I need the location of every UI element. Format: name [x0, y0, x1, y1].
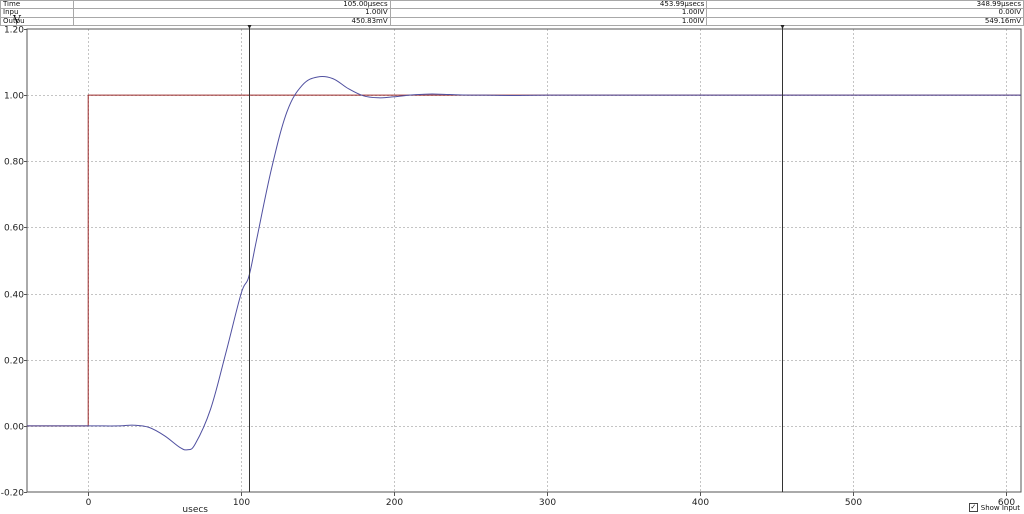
cursor-handle-icon[interactable]	[247, 25, 252, 29]
cursor-handle-icon[interactable]	[780, 25, 785, 29]
axes	[24, 28, 1022, 496]
y-tick-label: -0.20	[1, 489, 25, 499]
x-tick-label: 400	[692, 498, 709, 508]
series-layer	[26, 75, 1021, 451]
y-axis-label: V	[12, 13, 22, 26]
y-tick-label: 0.40	[4, 291, 24, 301]
y-tick-label: 0.80	[4, 158, 24, 168]
y-tick-label: 1.00	[4, 92, 24, 102]
output-series-line	[26, 75, 1021, 451]
x-tick-label: 100	[233, 498, 250, 508]
grid	[27, 29, 1021, 492]
y-tick-label: 0.00	[4, 423, 24, 433]
show-input-label: Show Input	[980, 503, 1020, 512]
x-tick-label: 0	[86, 498, 92, 508]
plot-frame	[26, 28, 1022, 493]
y-tick-label: 1.20	[4, 26, 24, 36]
x-axis-label: usecs	[182, 505, 208, 514]
x-tick-label: 200	[386, 498, 403, 508]
y-tick-label: 0.20	[4, 357, 24, 367]
input-series-line	[27, 94, 1021, 427]
x-tick-label: 500	[845, 498, 862, 508]
tick-labels: 0 100 200 300 400 500 600-0.200.000.200.400.60…	[1, 13, 1016, 514]
show-input-checkbox[interactable]: ✓	[968, 503, 978, 512]
response-plot[interactable]: 0 100 200 300 400 500 600-0.200.000.200.400.60…	[0, 0, 1024, 514]
x-tick-label: 300	[539, 498, 556, 508]
y-tick-label: 0.60	[4, 224, 24, 234]
show-input-toggle[interactable]: ✓ Show Input	[968, 503, 1020, 512]
